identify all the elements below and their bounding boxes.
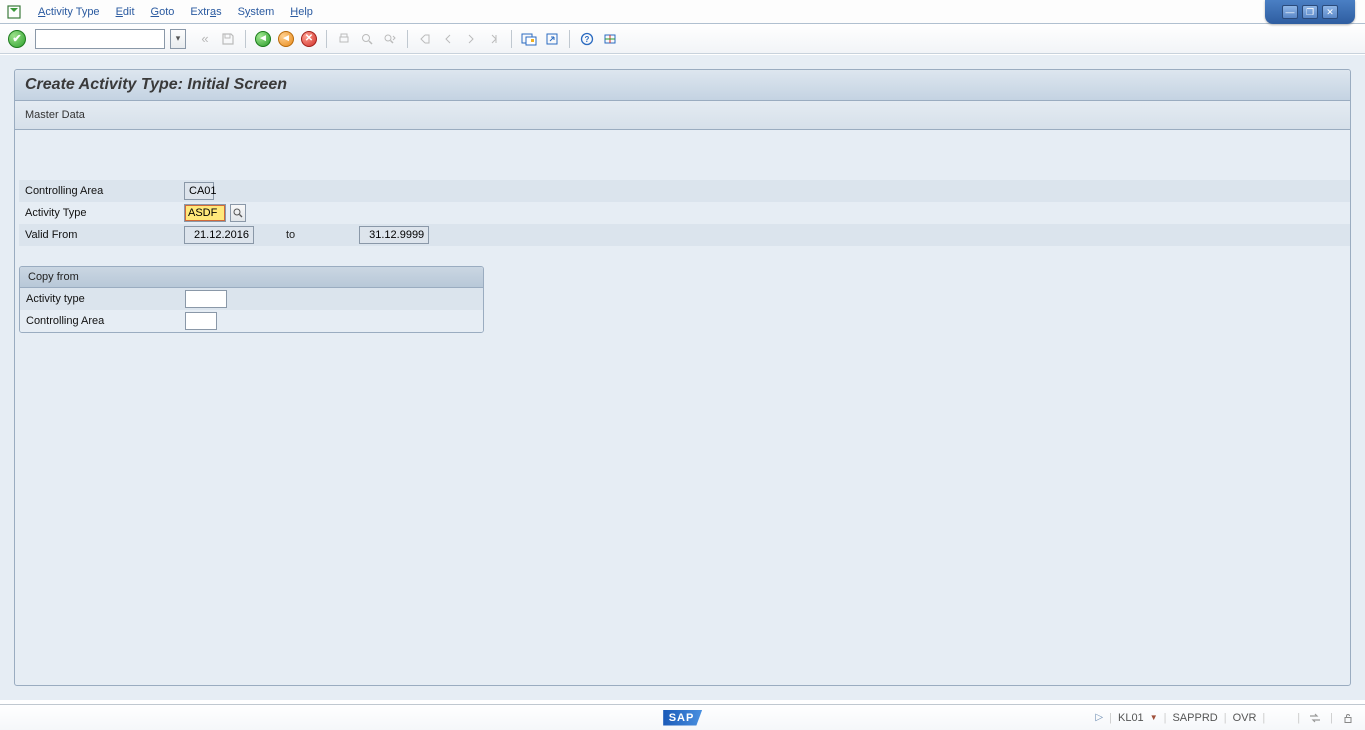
prev-page-icon <box>438 29 458 49</box>
form-area: Controlling Area CA01 Activity Type Vali… <box>15 130 1350 246</box>
status-transfer-icon[interactable] <box>1306 710 1324 726</box>
last-page-icon <box>484 29 504 49</box>
lock-icon[interactable] <box>1339 710 1357 726</box>
menu-activity-type[interactable]: Activity Type <box>30 4 108 20</box>
next-page-icon <box>461 29 481 49</box>
row-copy-activity-type: Activity type <box>20 288 483 310</box>
search-help-icon[interactable] <box>230 204 246 222</box>
copy-activity-type-input[interactable] <box>185 290 227 308</box>
status-insmode: OVR <box>1233 712 1257 724</box>
menu-system[interactable]: System <box>230 4 283 20</box>
separator <box>511 30 512 48</box>
copy-activity-type-label: Activity type <box>20 293 185 305</box>
help-icon[interactable]: ? <box>577 29 597 49</box>
status-system: SAPPRD <box>1172 712 1217 724</box>
status-tcode[interactable]: KL01 <box>1118 712 1144 724</box>
save-icon <box>218 29 238 49</box>
activity-type-input[interactable] <box>184 204 226 222</box>
screen-title: Create Activity Type: Initial Screen <box>25 76 1340 94</box>
command-field[interactable] <box>35 29 165 49</box>
controlling-area-label: Controlling Area <box>19 185 184 197</box>
separator <box>245 30 246 48</box>
minimize-icon[interactable]: — <box>1282 5 1298 19</box>
back-button[interactable]: ◄ <box>253 29 273 49</box>
maximize-icon[interactable]: ❐ <box>1302 5 1318 19</box>
svg-text:?: ? <box>585 35 590 44</box>
title-bar: Create Activity Type: Initial Screen <box>15 70 1350 101</box>
exit-button[interactable]: ◄ <box>276 29 296 49</box>
menu-goto[interactable]: Goto <box>143 4 183 20</box>
command-dropdown[interactable]: ▾ <box>170 29 186 49</box>
row-copy-controlling-area: Controlling Area <box>20 310 483 332</box>
to-label: to <box>286 229 295 241</box>
menu-edit[interactable]: Edit <box>108 4 143 20</box>
cancel-button[interactable]: ✕ <box>299 29 319 49</box>
separator <box>326 30 327 48</box>
print-icon <box>334 29 354 49</box>
window-controls: — ❐ ✕ <box>1265 0 1355 24</box>
find-next-icon <box>380 29 400 49</box>
status-bar: SAP ▷ | KL01 ▼ | SAPPRD | OVR | | | <box>0 704 1365 730</box>
find-icon <box>357 29 377 49</box>
row-activity-type: Activity Type <box>19 202 1350 224</box>
new-session-icon[interactable] <box>519 29 539 49</box>
close-icon[interactable]: ✕ <box>1322 5 1338 19</box>
app-toolbar: Master Data <box>15 101 1350 130</box>
shortcut-icon[interactable] <box>542 29 562 49</box>
sap-logo: SAP <box>663 710 703 726</box>
chevron-left-icon[interactable]: « <box>195 29 215 49</box>
status-message-icon[interactable]: ▷ <box>1095 712 1103 723</box>
valid-to-value[interactable]: 31.12.9999 <box>359 226 429 244</box>
customize-layout-icon[interactable] <box>600 29 620 49</box>
status-dropdown-icon[interactable]: ▼ <box>1150 713 1158 722</box>
menu-help[interactable]: Help <box>282 4 321 20</box>
menu-bar: Activity Type Edit Goto Extras System He… <box>0 0 1365 24</box>
first-page-icon <box>415 29 435 49</box>
separator <box>407 30 408 48</box>
activity-type-label: Activity Type <box>19 207 184 219</box>
row-controlling-area: Controlling Area CA01 <box>19 180 1350 202</box>
toolbar: ✔ ▾ « ◄ ◄ ✕ ? <box>0 24 1365 54</box>
controlling-area-value: CA01 <box>184 182 214 200</box>
menu-system-icon[interactable] <box>6 4 22 20</box>
valid-from-label: Valid From <box>19 229 184 241</box>
separator <box>569 30 570 48</box>
menu-extras[interactable]: Extras <box>182 4 229 20</box>
copy-controlling-area-input[interactable] <box>185 312 217 330</box>
main-area: Create Activity Type: Initial Screen Mas… <box>0 55 1365 700</box>
copy-from-group: Copy from Activity type Controlling Area <box>19 266 484 333</box>
enter-button[interactable]: ✔ <box>8 30 26 48</box>
master-data-button[interactable]: Master Data <box>25 109 85 121</box>
screen-panel: Create Activity Type: Initial Screen Mas… <box>14 69 1351 686</box>
copy-from-title: Copy from <box>20 267 483 288</box>
copy-controlling-area-label: Controlling Area <box>20 315 185 327</box>
row-valid-from: Valid From 21.12.2016 to 31.12.9999 <box>19 224 1350 246</box>
valid-from-value[interactable]: 21.12.2016 <box>184 226 254 244</box>
